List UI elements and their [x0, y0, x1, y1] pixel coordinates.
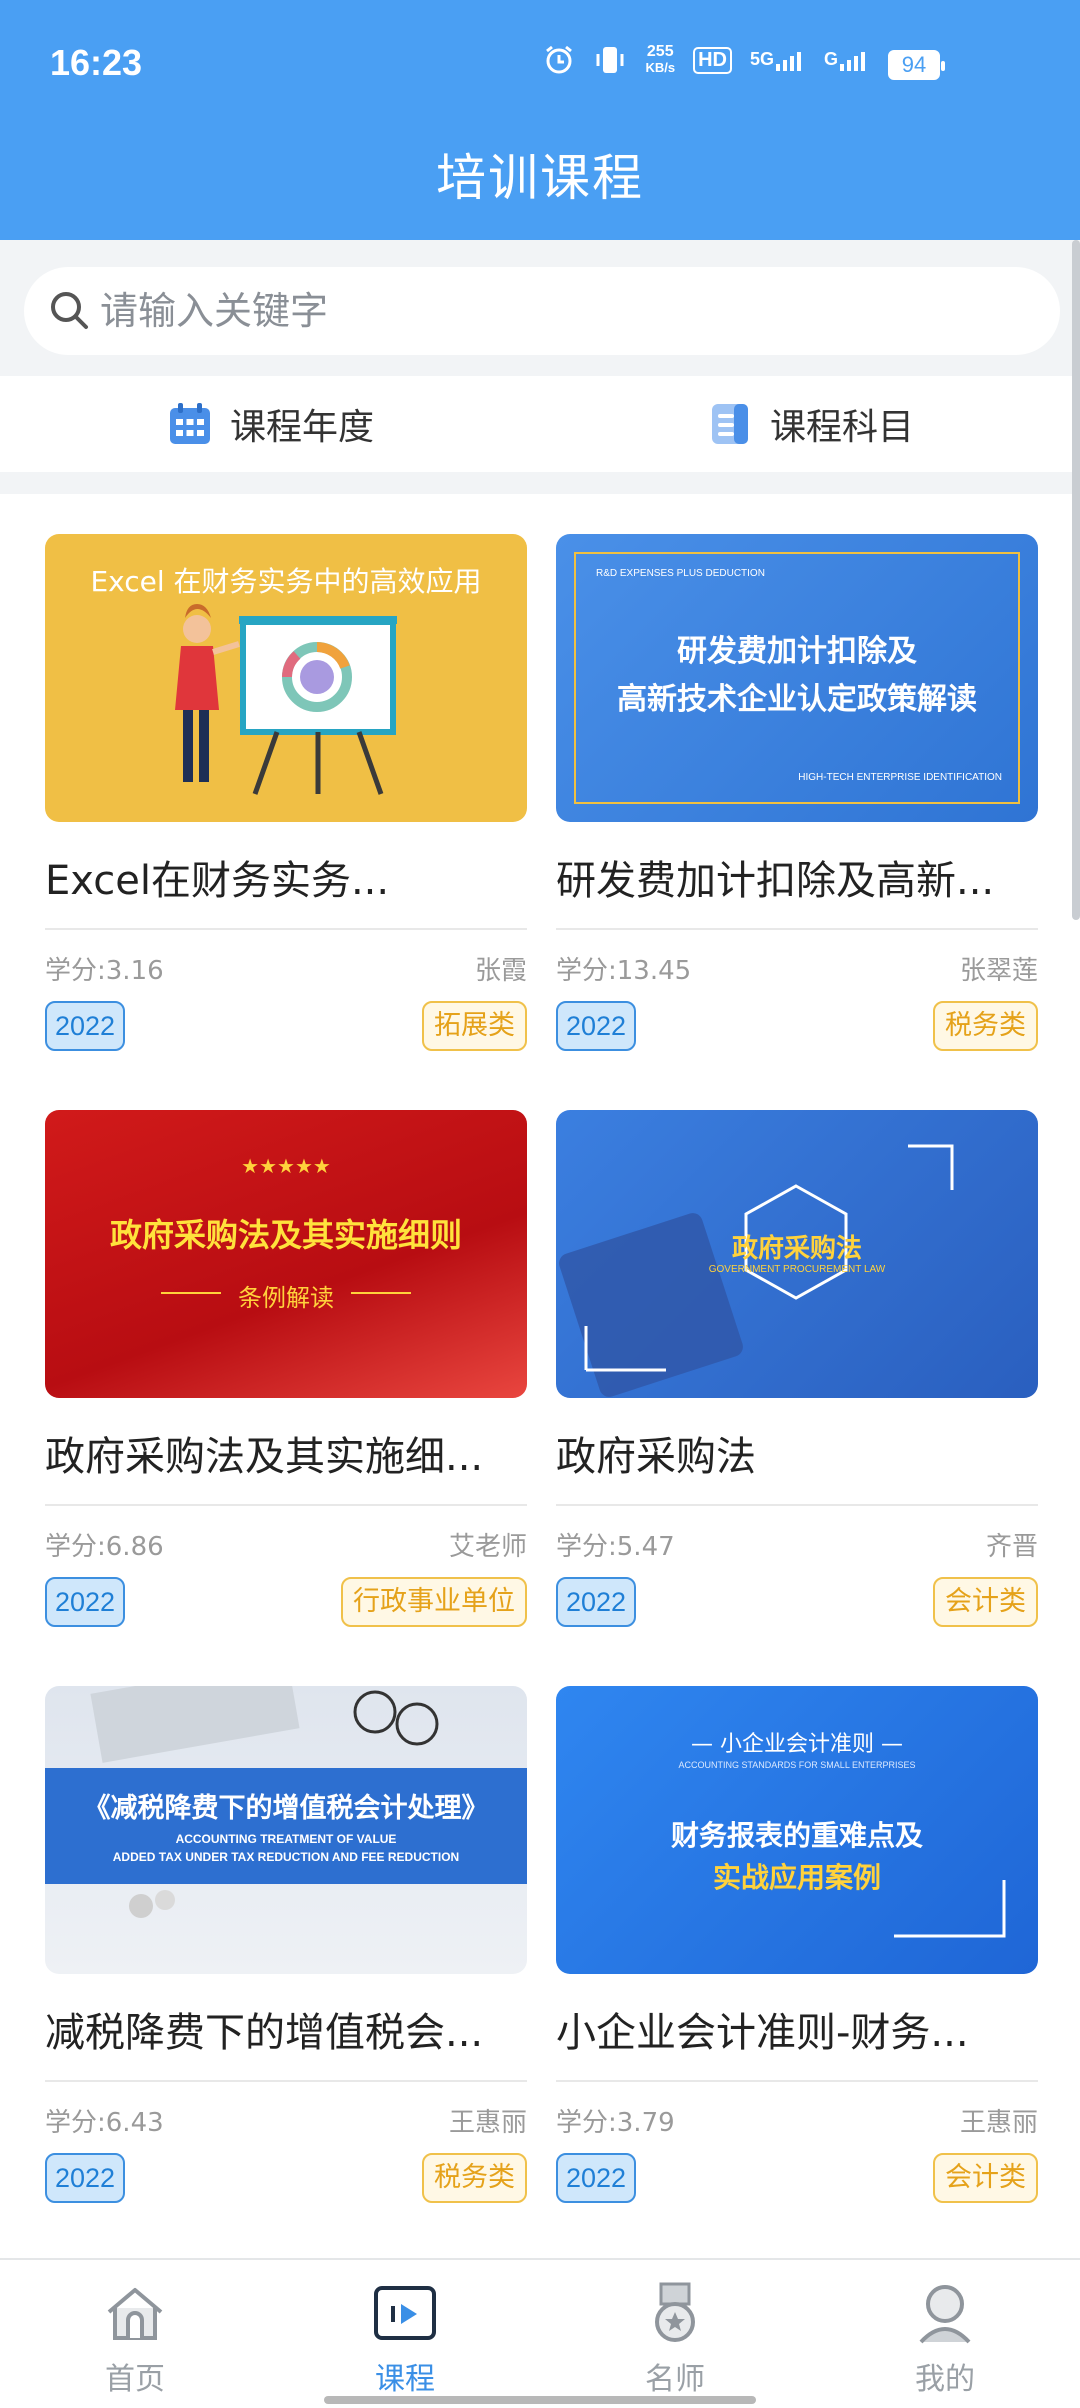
search-input[interactable] — [100, 267, 1000, 355]
presenter-illustration — [175, 604, 397, 795]
course-tags: 2022 拓展类 — [45, 1001, 527, 1051]
nav-courses-label: 课程 — [375, 2362, 435, 2397]
signal-g-icon: G — [824, 49, 870, 71]
course-card[interactable]: 政府采购法 GOVERNMENT PROCUREMENT LAW 政府采购法 学… — [556, 1110, 1038, 1627]
user-icon — [919, 2285, 971, 2344]
filter-course-subject[interactable]: 课程科目 — [540, 376, 1080, 472]
course-tags: 2022 会计类 — [556, 2153, 1038, 2203]
course-card[interactable]: R&D EXPENSES PLUS DEDUCTION 研发费加计扣除及 高新技… — [556, 534, 1038, 1051]
network-speed: 255 KB/s — [645, 43, 676, 76]
filter-bar: 课程年度 课程科目 — [0, 376, 1080, 472]
category-tag: 拓展类 — [422, 1001, 527, 1051]
home-indicator[interactable] — [324, 2396, 756, 2404]
category-tag: 行政事业单位 — [341, 1577, 527, 1627]
course-tags: 2022 会计类 — [556, 1577, 1038, 1627]
alarm-icon — [546, 45, 573, 74]
course-card[interactable]: — 小企业会计准则 — ACCOUNTING STANDARDS FOR SMA… — [556, 1686, 1038, 2203]
course-thumbnail: 政府采购法 GOVERNMENT PROCUREMENT LAW — [556, 1110, 1038, 1398]
play-video-icon — [374, 2286, 436, 2340]
course-thumbnail: 《减税降费下的增值税会计处理》 ACCOUNTING TREATMENT OF … — [45, 1686, 527, 1974]
course-teacher: 王惠丽 — [959, 2108, 1038, 2138]
divider — [0, 472, 1080, 494]
nav-mine-label: 我的 — [915, 2362, 975, 2397]
search-icon — [51, 292, 88, 329]
course-meta: 学分:6.86 艾老师 — [45, 1526, 527, 1563]
nav-home[interactable]: 首页 — [0, 2260, 270, 2408]
course-meta: 学分:6.43 王惠丽 — [45, 2102, 527, 2139]
course-thumbnail: R&D EXPENSES PLUS DEDUCTION 研发费加计扣除及 高新技… — [556, 534, 1038, 822]
nav-mine[interactable]: 我的 — [810, 2260, 1080, 2408]
course-title: 小企业会计准则-财务... — [556, 2000, 1038, 2082]
filter-course-year[interactable]: 课程年度 — [0, 376, 540, 472]
course-credit: 学分:3.79 — [556, 2108, 675, 2138]
course-tags: 2022 税务类 — [556, 1001, 1038, 1051]
course-teacher: 张翠莲 — [959, 956, 1038, 986]
signal-5g-icon: 5G — [750, 49, 806, 71]
course-teacher: 齐晋 — [985, 1532, 1038, 1562]
hd-icon: HD — [693, 46, 732, 74]
course-teacher: 张霞 — [474, 956, 527, 986]
category-tag: 会计类 — [933, 2153, 1038, 2203]
status-icons: 255 KB/s HD 5G G — [543, 44, 870, 76]
year-tag: 2022 — [556, 1001, 637, 1051]
document-list-icon — [711, 404, 748, 444]
course-title: 政府采购法 — [556, 1424, 1038, 1506]
course-thumbnail: — 小企业会计准则 — ACCOUNTING STANDARDS FOR SMA… — [556, 1686, 1038, 1974]
search-box[interactable] — [24, 267, 1060, 355]
category-tag: 税务类 — [422, 2153, 527, 2203]
course-credit: 学分:3.16 — [45, 956, 164, 986]
course-card[interactable]: 《减税降费下的增值税会计处理》 ACCOUNTING TREATMENT OF … — [45, 1686, 527, 2203]
year-tag: 2022 — [45, 2153, 126, 2203]
nav-teachers-label: 名师 — [645, 2362, 705, 2397]
home-icon — [107, 2288, 163, 2340]
course-teacher: 王惠丽 — [448, 2108, 527, 2138]
course-credit: 学分:5.47 — [556, 1532, 675, 1562]
course-title: 政府采购法及其实施细... — [45, 1424, 527, 1506]
course-meta: 学分:13.45 张翠莲 — [556, 950, 1038, 987]
course-thumbnail: Excel 在财务实务中的高效应用 — [45, 534, 527, 822]
course-title: Excel在财务实务... — [45, 848, 527, 930]
year-tag: 2022 — [556, 1577, 637, 1627]
course-meta: 学分:3.79 王惠丽 — [556, 2102, 1038, 2139]
bottom-nav: 首页 课程 名师 我的 — [0, 2258, 1080, 2408]
course-card[interactable]: Excel 在财务实务中的高效应用 Excel在财务实务... 学分:3.16 … — [45, 534, 527, 1051]
course-meta: 学分:3.16 张霞 — [45, 950, 527, 987]
category-tag: 税务类 — [933, 1001, 1038, 1051]
app-header: 16:23 255 KB/s HD 5G G 94 培训课程 — [0, 0, 1080, 240]
course-tags: 2022 税务类 — [45, 2153, 527, 2203]
vibrate-icon — [596, 47, 624, 73]
status-bar: 16:23 255 KB/s HD 5G G 94 — [0, 0, 1080, 120]
course-meta: 学分:5.47 齐晋 — [556, 1526, 1038, 1563]
year-tag: 2022 — [556, 2153, 637, 2203]
course-thumbnail: ★★★★★ 政府采购法及其实施细则 条例解读 — [45, 1110, 527, 1398]
medal-icon — [655, 2282, 695, 2342]
year-tag: 2022 — [45, 1577, 126, 1627]
course-credit: 学分:13.45 — [556, 956, 692, 986]
calendar-icon — [169, 403, 210, 444]
category-tag: 会计类 — [933, 1577, 1038, 1627]
corner-frame — [894, 1880, 1006, 1938]
course-credit: 学分:6.43 — [45, 2108, 164, 2138]
nav-teachers[interactable]: 名师 — [540, 2260, 810, 2408]
course-credit: 学分:6.86 — [45, 1532, 164, 1562]
search-area — [0, 240, 1080, 376]
course-title: 减税降费下的增值税会... — [45, 2000, 527, 2082]
page-title: 培训课程 — [436, 149, 644, 207]
filter-course-year-label: 课程年度 — [229, 407, 374, 448]
status-time: 16:23 — [50, 42, 143, 83]
course-title: 研发费加计扣除及高新... — [556, 848, 1038, 930]
battery-indicator: 94 — [888, 50, 945, 80]
course-tags: 2022 行政事业单位 — [45, 1577, 527, 1627]
filter-course-subject-label: 课程科目 — [769, 407, 914, 448]
nav-courses[interactable]: 课程 — [270, 2260, 540, 2408]
course-card[interactable]: ★★★★★ 政府采购法及其实施细则 条例解读 政府采购法及其实施细... 学分:… — [45, 1110, 527, 1627]
scrollbar[interactable] — [1072, 240, 1080, 920]
year-tag: 2022 — [45, 1001, 126, 1051]
course-teacher: 艾老师 — [448, 1532, 527, 1562]
nav-home-label: 首页 — [105, 2362, 165, 2397]
